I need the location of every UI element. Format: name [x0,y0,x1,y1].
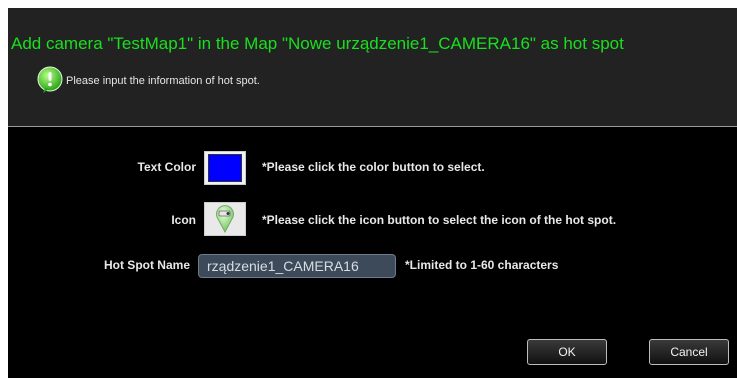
cancel-button[interactable]: Cancel [649,339,729,365]
icon-hint: *Please click the icon button to select … [262,213,617,227]
icon-select-button[interactable] [204,202,246,236]
dialog-subtitle: Please input the information of hot spot… [66,75,260,87]
hot-spot-name-label: Hot Spot Name [103,258,190,272]
text-color-label: Text Color [137,160,196,174]
hot-spot-dialog: Add camera "TestMap1" in the Map "Nowe u… [8,8,737,378]
info-bubble-icon [37,66,63,93]
ok-button[interactable]: OK [527,339,607,365]
hot-spot-name-hint: *Limited to 1-60 characters [405,258,559,272]
text-color-button[interactable] [204,151,246,185]
color-swatch [208,154,242,182]
dialog-header: Add camera "TestMap1" in the Map "Nowe u… [8,8,737,126]
text-color-hint: *Please click the color button to select… [262,160,485,174]
hot-spot-name-input[interactable] [198,254,396,278]
map-pin-icon [216,205,234,233]
icon-label: Icon [171,213,196,227]
header-divider [8,126,737,127]
dialog-title: Add camera "TestMap1" in the Map "Nowe u… [11,34,624,53]
